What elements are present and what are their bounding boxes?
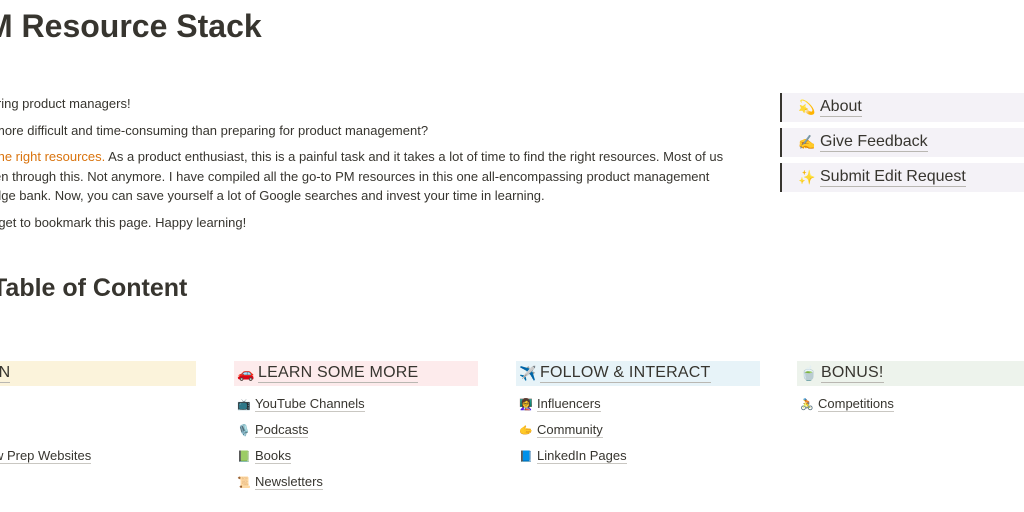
intro-paragraph: the right resources. As a product enthus… <box>0 147 744 206</box>
sparkle-bubble-icon: 💫 <box>798 99 816 115</box>
about-link[interactable]: About <box>820 98 862 117</box>
toc-column-learn-some-more: 🚗 LEARN SOME MORE 📺 YouTube Channels 🎙️ Po… <box>234 361 478 495</box>
column-header-label[interactable]: LEARN SOME MORE <box>258 364 419 383</box>
tv-icon: 📺 <box>237 398 251 411</box>
column-header-label[interactable]: BONUS! <box>821 364 884 383</box>
toc-heading: Table of Content <box>0 274 188 302</box>
list-item-link[interactable]: Newsletters <box>255 474 323 490</box>
list-item[interactable]: 📘 LinkedIn Pages <box>516 443 760 469</box>
car-icon: 🚗 <box>237 365 255 381</box>
submit-edit-request-link[interactable]: Submit Edit Request <box>820 168 966 187</box>
bicycle-icon: 🚴 <box>800 398 814 411</box>
airplane-icon: ✈️ <box>519 365 537 381</box>
list-item-link[interactable]: Books <box>255 448 292 464</box>
intro-text: iring product managers! more difficult a… <box>0 94 744 239</box>
list-item[interactable]: 👩‍🏫 Influencers <box>516 391 760 417</box>
sparkles-icon: ✨ <box>798 169 816 185</box>
sidebar-callouts: 💫 About ✍️ Give Feedback ✨ Submit Edit R… <box>780 93 1024 198</box>
list-item[interactable]: 📗 Books <box>234 443 478 469</box>
scroll-icon: 📜 <box>237 476 251 489</box>
column-header: 🍵 BONUS! <box>797 361 1024 386</box>
list-item[interactable]: 📺 YouTube Channels <box>234 391 478 417</box>
list-item[interactable]: 📜 Newsletters <box>234 469 478 495</box>
intro-line-1: iring product managers! <box>0 96 131 111</box>
intro-line-4: rget to bookmark this page. Happy learni… <box>0 214 247 230</box>
column-header: ✈️ FOLLOW & INTERACT <box>516 361 760 386</box>
handshake-icon: 🫱 <box>519 424 533 437</box>
toc-column-bonus: 🍵 BONUS! 🚴 Competitions <box>797 361 1024 417</box>
column-header-label[interactable]: ARN <box>0 364 11 383</box>
intro-line-2: more difficult and time-consuming than p… <box>0 122 429 138</box>
book-icon: 📗 <box>237 450 251 463</box>
column-header: ARN <box>0 361 196 386</box>
list-item-link[interactable]: Competitions <box>818 396 894 412</box>
column-header-label[interactable]: FOLLOW & INTERACT <box>540 364 711 383</box>
list-item-link[interactable]: YouTube Channels <box>255 396 365 412</box>
writing-hand-icon: ✍️ <box>798 134 816 150</box>
list-item[interactable]: rses <box>0 391 196 417</box>
list-item[interactable]: 🚴 Competitions <box>797 391 1024 417</box>
tea-icon: 🍵 <box>800 365 818 381</box>
list-item[interactable]: rview Prep Websites <box>0 443 196 469</box>
about-callout[interactable]: 💫 About <box>780 93 1024 122</box>
list-item[interactable]: 🫱 Community <box>516 417 760 443</box>
toc-column-learn: ARN rses s rview Prep Websites <box>0 361 196 469</box>
give-feedback-link[interactable]: Give Feedback <box>820 133 928 152</box>
list-item-link[interactable]: LinkedIn Pages <box>537 448 627 464</box>
list-item-link[interactable]: Podcasts <box>255 422 309 438</box>
submit-edit-request-callout[interactable]: ✨ Submit Edit Request <box>780 163 1024 192</box>
column-header: 🚗 LEARN SOME MORE <box>234 361 478 386</box>
highlight-text: the right resources. <box>0 149 106 164</box>
toc-column-follow-interact: ✈️ FOLLOW & INTERACT 👩‍🏫 Influencers 🫱 Com… <box>516 361 760 469</box>
teacher-icon: 👩‍🏫 <box>519 398 533 411</box>
page-title: M Resource Stack <box>0 8 262 44</box>
list-item[interactable]: s <box>0 417 196 443</box>
blue-book-icon: 📘 <box>519 450 533 463</box>
list-item-link[interactable]: Community <box>537 422 603 438</box>
list-item-link[interactable]: rview Prep Websites <box>0 448 92 464</box>
microphone-icon: 🎙️ <box>237 424 251 437</box>
give-feedback-callout[interactable]: ✍️ Give Feedback <box>780 128 1024 157</box>
list-item[interactable]: 🎙️ Podcasts <box>234 417 478 443</box>
list-item-link[interactable]: Influencers <box>537 396 601 412</box>
